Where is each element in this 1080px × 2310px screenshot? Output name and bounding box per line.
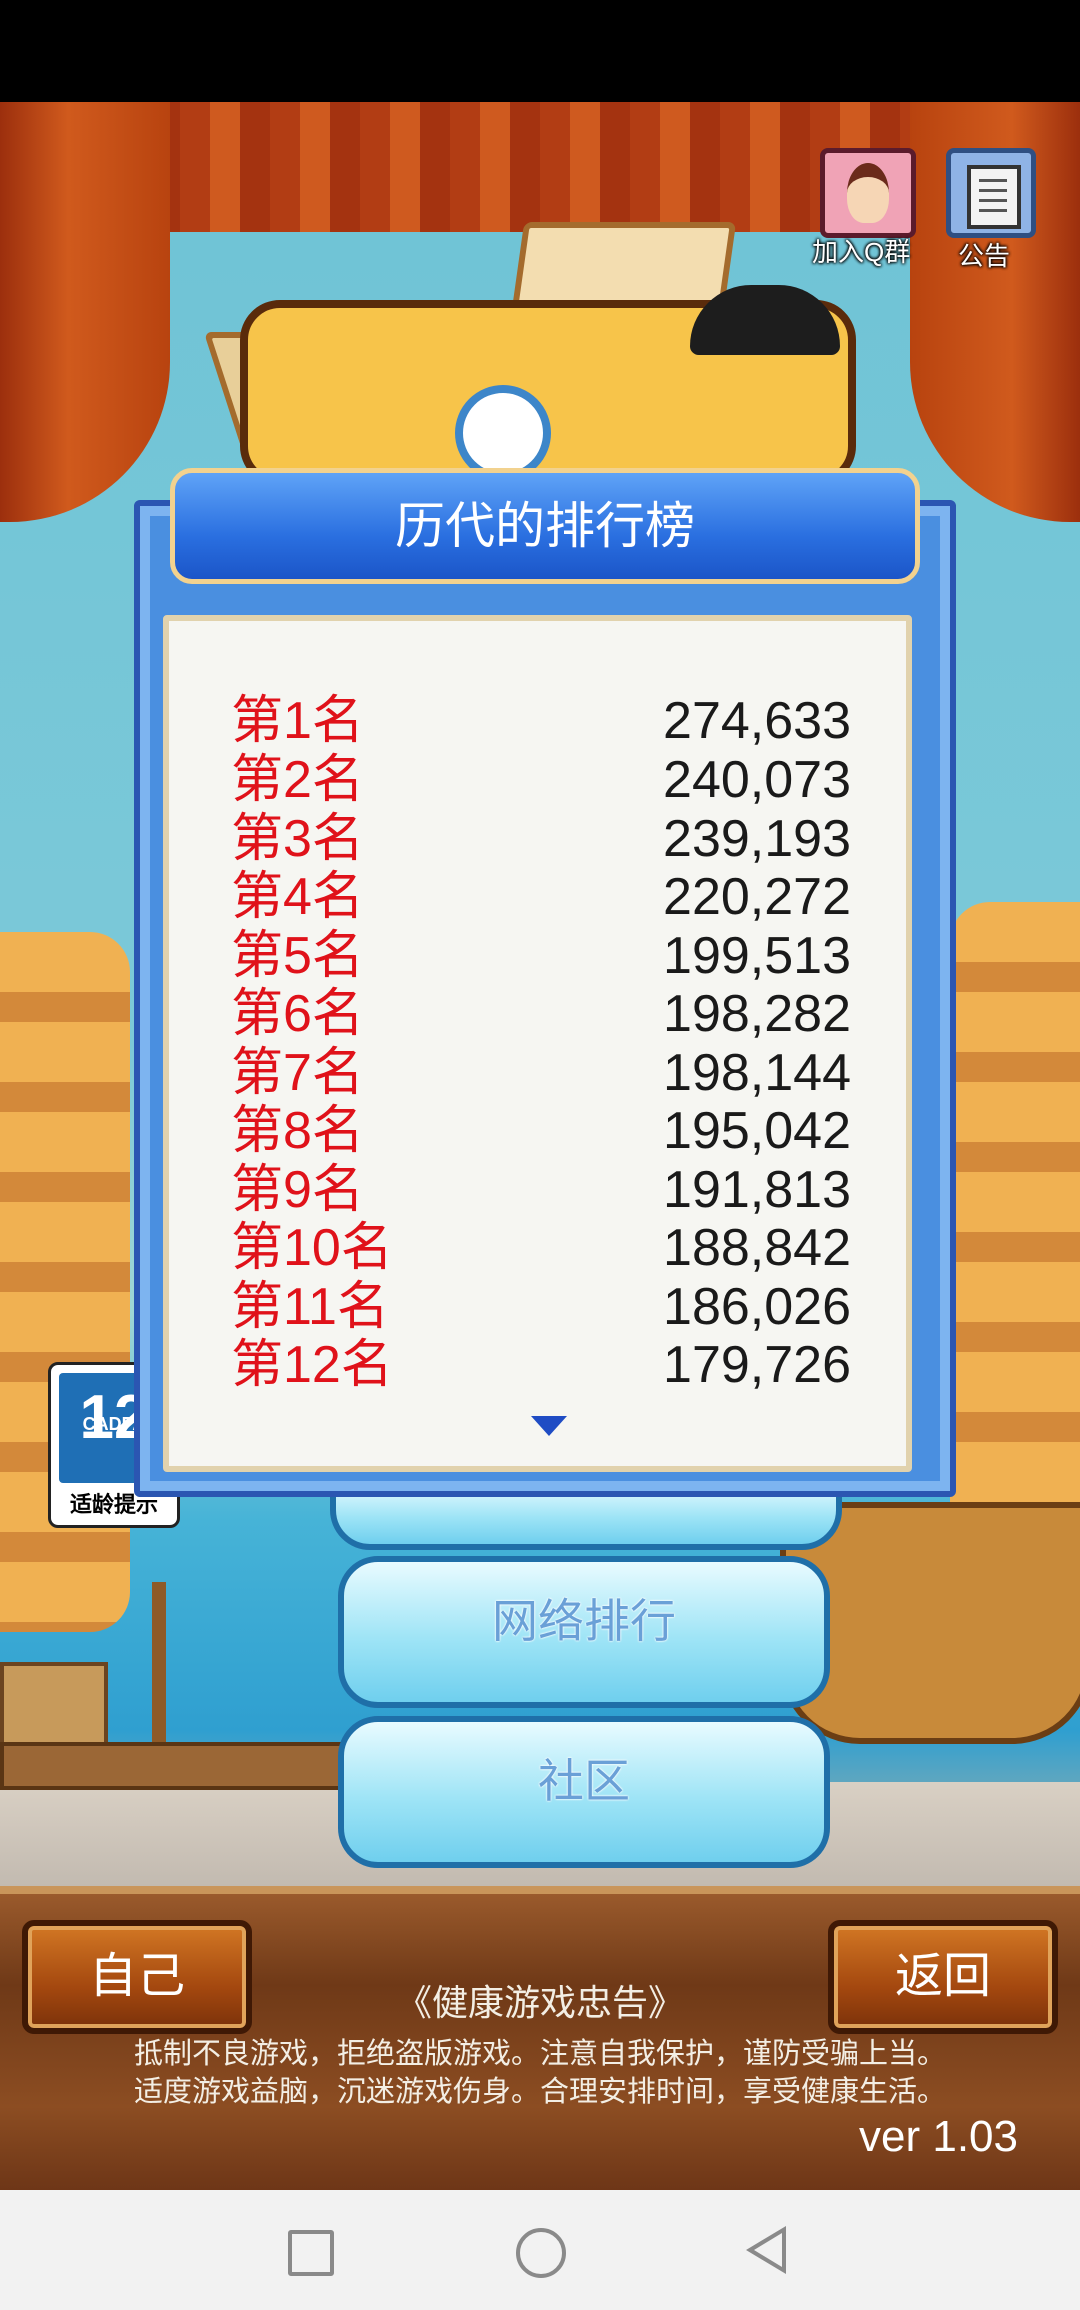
rank-score: 191,813 <box>663 1161 851 1219</box>
rank-score: 240,073 <box>663 751 851 809</box>
rank-label: 第3名 <box>231 810 364 868</box>
rank-row: 第1名 274,633 <box>231 692 851 750</box>
rank-row: 第3名 239,193 <box>231 810 851 868</box>
rank-row: 第2名 240,073 <box>231 751 851 809</box>
rank-label: 第1名 <box>231 692 364 750</box>
dock <box>0 1742 388 1790</box>
rank-label: 第5名 <box>231 927 364 985</box>
rank-label: 第2名 <box>231 751 364 809</box>
rank-row: 第5名 199,513 <box>231 927 851 985</box>
health-advice-title: 《健康游戏忠告》 <box>395 1982 684 2023</box>
home-icon[interactable] <box>516 2228 566 2278</box>
document-icon <box>967 165 1021 229</box>
rank-score: 220,272 <box>663 868 851 926</box>
rank-label: 第11名 <box>231 1278 389 1336</box>
notice-label: 公告 <box>958 241 1011 271</box>
dock-lamp <box>152 1582 166 1742</box>
rank-row: 第7名 198,144 <box>231 1044 851 1102</box>
ranking-dialog-header: 历代的排行榜 <box>170 468 920 584</box>
ranking-dialog-title: 历代的排行榜 <box>395 498 695 554</box>
rank-score: 239,193 <box>663 810 851 868</box>
crates <box>0 1662 108 1750</box>
rank-label: 第10名 <box>231 1219 393 1277</box>
status-bar <box>0 0 1080 102</box>
rank-score: 188,842 <box>663 1219 851 1277</box>
curtain-left <box>0 102 170 522</box>
rank-row: 第8名 195,042 <box>231 1102 851 1160</box>
join-qq-group-label: 加入Q群 <box>812 237 911 267</box>
rank-score: 199,513 <box>663 927 851 985</box>
rank-row: 第12名 179,726 <box>231 1336 851 1394</box>
back-icon[interactable] <box>746 2226 786 2274</box>
community-label: 社区 <box>538 1755 630 1807</box>
rank-score: 195,042 <box>663 1102 851 1160</box>
health-advice-line: 适度游戏益脑，沉迷游戏伤身。合理安排时间，享受健康生活。 <box>133 2076 946 2108</box>
network-ranking-label: 网络排行 <box>492 1595 676 1647</box>
rank-row: 第4名 220,272 <box>231 868 851 926</box>
ranking-list[interactable]: 第1名 274,633 第2名 240,073 第3名 239,193 第4名 … <box>163 615 912 1472</box>
rank-label: 第6名 <box>231 985 364 1043</box>
avatar-icon <box>847 163 889 223</box>
rank-label: 第12名 <box>231 1336 393 1394</box>
rank-label: 第7名 <box>231 1044 364 1102</box>
health-advice-line: 抵制不良游戏，拒绝盗版游戏。注意自我保护，谨防受骗上当。 <box>133 2038 946 2070</box>
rank-score: 198,144 <box>663 1044 851 1102</box>
rank-label: 第9名 <box>231 1161 364 1219</box>
join-qq-group-button[interactable] <box>820 148 916 238</box>
rank-score: 274,633 <box>663 692 851 750</box>
rank-label: 第4名 <box>231 868 364 926</box>
network-ranking-button[interactable]: 网络排行 <box>338 1556 830 1708</box>
rank-label: 第8名 <box>231 1102 364 1160</box>
rank-row: 第11名 186,026 <box>231 1278 851 1336</box>
compass-icon <box>455 385 551 481</box>
notice-button[interactable] <box>946 148 1036 238</box>
rank-score: 179,726 <box>663 1336 851 1394</box>
rank-score: 198,282 <box>663 985 851 1043</box>
rank-score: 186,026 <box>663 1278 851 1336</box>
rank-row: 第6名 198,282 <box>231 985 851 1043</box>
community-button[interactable]: 社区 <box>338 1716 830 1868</box>
rank-row: 第9名 191,813 <box>231 1161 851 1219</box>
navigation-bar <box>0 2190 1080 2310</box>
rank-row: 第10名 188,842 <box>231 1219 851 1277</box>
version-label: ver 1.03 <box>859 2112 1018 2161</box>
scroll-down-icon[interactable] <box>531 1416 567 1436</box>
recent-apps-icon[interactable] <box>288 2230 334 2276</box>
